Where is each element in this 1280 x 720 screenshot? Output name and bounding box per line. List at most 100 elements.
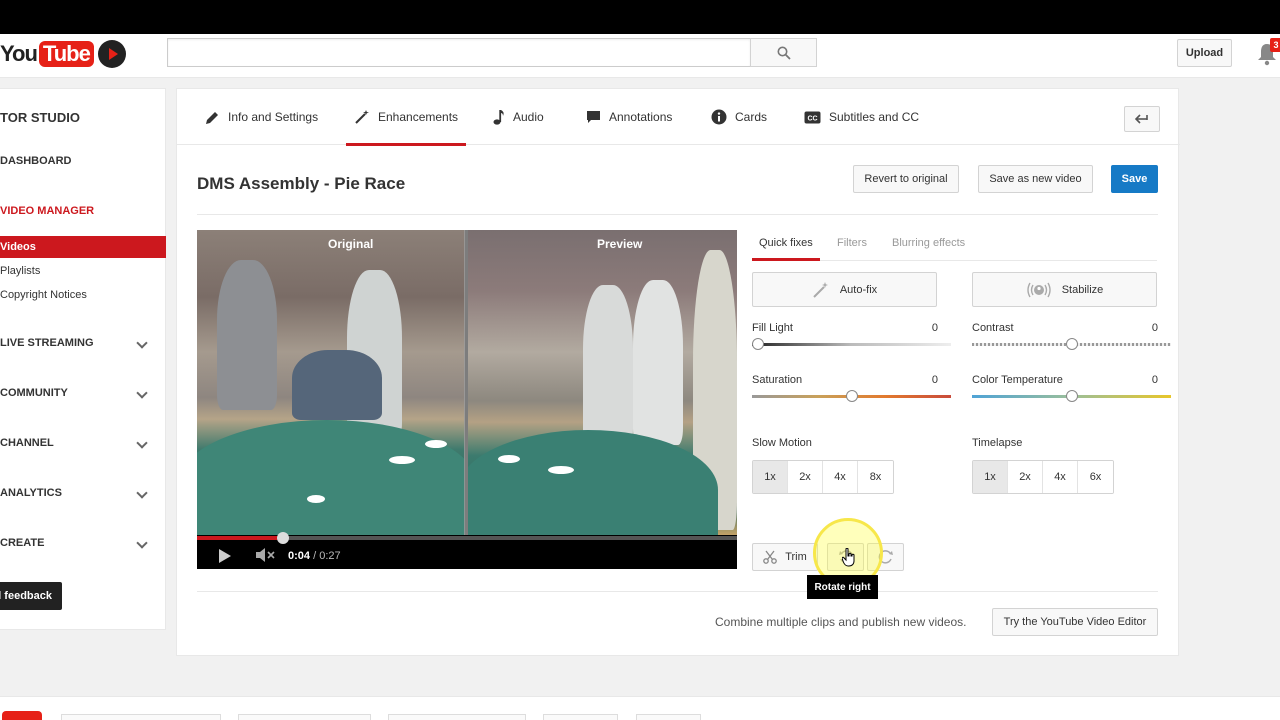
contrast-slider-handle[interactable] [1065, 338, 1078, 350]
timelapse-6x[interactable]: 6x [1078, 461, 1113, 493]
tab-label: Cards [735, 110, 768, 124]
plate-shape [548, 466, 574, 474]
top-black-bar [0, 0, 1280, 34]
preview-label: Preview [597, 237, 643, 251]
sidebar-item-label: Copyright Notices [0, 289, 87, 301]
auto-fix-button[interactable]: Auto-fix [752, 272, 937, 307]
logo-text-tube: Tube [38, 41, 94, 67]
try-video-editor-button[interactable]: Try the YouTube Video Editor [992, 608, 1158, 636]
hand-cursor-icon [842, 548, 855, 567]
sidebar-section-analytics[interactable]: ANALYTICS [0, 482, 166, 504]
color-temperature-label: Color Temperature [972, 374, 1063, 386]
combine-clips-text: Combine multiple clips and publish new v… [715, 615, 967, 629]
magic-wand-icon [812, 281, 830, 299]
color-temperature-slider-handle[interactable] [1065, 390, 1078, 402]
person-figure [583, 285, 633, 445]
slow-motion-2x[interactable]: 2x [788, 461, 823, 493]
magic-wand-icon [354, 109, 370, 125]
info-icon [711, 109, 727, 125]
sidebar-section-create[interactable]: CREATE [0, 532, 166, 554]
youtube-logo-small [2, 711, 42, 720]
sidebar-section-label: LIVE STREAMING [0, 337, 94, 349]
enhancement-tabs: Quick fixes Filters Blurring effects [752, 230, 1157, 261]
person-figure [292, 350, 382, 420]
plate-shape [307, 495, 325, 503]
trim-button[interactable]: Trim [752, 543, 818, 571]
sidebar-item-label: Playlists [0, 265, 41, 277]
tab-blurring-effects[interactable]: Blurring effects [892, 237, 965, 249]
footer-box [61, 714, 221, 720]
sidebar-item-dashboard[interactable]: DASHBOARD [0, 150, 166, 172]
person-figure [217, 260, 277, 410]
divider [197, 591, 1158, 592]
slow-motion-4x[interactable]: 4x [823, 461, 858, 493]
sidebar-item-videos[interactable]: Videos [0, 236, 166, 258]
preview-video-frame [468, 230, 737, 535]
search-icon [777, 46, 791, 60]
timelapse-label: Timelapse [972, 437, 1023, 449]
video-player[interactable]: Original Preview 0:04 / 0:27 [197, 230, 737, 569]
send-feedback-button[interactable]: d feedback [0, 582, 62, 610]
slow-motion-8x[interactable]: 8x [858, 461, 893, 493]
speech-bubble-icon [586, 110, 601, 124]
tarp-shape [197, 420, 465, 535]
revert-to-original-button[interactable]: Revert to original [853, 165, 959, 193]
trim-label: Trim [785, 551, 807, 563]
footer-box [388, 714, 526, 720]
sidebar-title: TOR STUDIO [0, 109, 80, 125]
timelapse-1x[interactable]: 1x [973, 461, 1008, 493]
compare-divider[interactable] [464, 230, 468, 535]
sidebar-section-label: CHANNEL [0, 437, 54, 449]
sidebar-section-live-streaming[interactable]: LIVE STREAMING [0, 332, 166, 354]
tab-subtitles-and-cc[interactable]: CC Subtitles and CC [804, 89, 919, 145]
slow-motion-1x[interactable]: 1x [753, 461, 788, 493]
tarp-shape [468, 430, 718, 535]
timelapse-4x[interactable]: 4x [1043, 461, 1078, 493]
sidebar-item-playlists[interactable]: Playlists [0, 260, 166, 282]
fill-light-slider-handle[interactable] [752, 338, 764, 350]
fill-light-value: 0 [931, 322, 938, 334]
notification-badge: 3 [1270, 38, 1280, 52]
timelapse-selector: 1x 2x 4x 6x [972, 460, 1114, 494]
youtube-logo[interactable]: You Tube [0, 40, 126, 68]
progress-scrubber[interactable] [277, 532, 290, 544]
saturation-slider-handle[interactable] [845, 390, 858, 402]
video-editor-panel: Info and Settings Enhancements Audio Ann… [176, 88, 1180, 656]
tab-cards[interactable]: Cards [711, 89, 767, 145]
search-button[interactable] [750, 38, 817, 67]
save-as-new-video-button[interactable]: Save as new video [978, 165, 1093, 193]
fill-light-slider[interactable] [752, 343, 951, 346]
tab-label: Annotations [609, 110, 673, 124]
tab-enhancements[interactable]: Enhancements [345, 89, 467, 146]
search-input[interactable] [167, 38, 751, 67]
sidebar-item-video-manager[interactable]: VIDEO MANAGER [0, 200, 166, 222]
editor-tabs: Info and Settings Enhancements Audio Ann… [177, 89, 1180, 146]
back-button[interactable] [1124, 106, 1160, 132]
tab-label: Enhancements [378, 110, 459, 124]
logo-text-you: You [0, 41, 38, 66]
upload-button[interactable]: Upload [1177, 39, 1232, 67]
tab-filters[interactable]: Filters [837, 237, 867, 249]
sidebar-section-channel[interactable]: CHANNEL [0, 432, 166, 454]
sidebar-item-copyright-notices[interactable]: Copyright Notices [0, 284, 166, 306]
stabilize-icon [1026, 281, 1052, 299]
timelapse-2x[interactable]: 2x [1008, 461, 1043, 493]
chevron-down-icon [136, 337, 148, 349]
stabilize-button[interactable]: Stabilize [972, 272, 1157, 307]
muted-speaker-icon[interactable] [255, 547, 277, 563]
tab-quick-fixes[interactable]: Quick fixes [752, 237, 820, 261]
sidebar-section-community[interactable]: COMMUNITY [0, 382, 166, 404]
tab-annotations[interactable]: Annotations [586, 89, 672, 145]
tab-label: Audio [513, 110, 544, 124]
stabilize-label: Stabilize [1061, 283, 1104, 296]
tab-audio[interactable]: Audio [493, 89, 544, 145]
tab-info-and-settings[interactable]: Info and Settings [205, 89, 318, 145]
footer-box [543, 714, 618, 720]
play-icon[interactable] [219, 549, 231, 563]
progress-bar[interactable] [197, 532, 737, 544]
save-button[interactable]: Save [1111, 165, 1158, 193]
plate-shape [498, 455, 520, 463]
chevron-down-icon [136, 537, 148, 549]
tab-label: Info and Settings [228, 110, 319, 124]
chevron-down-icon [136, 437, 148, 449]
